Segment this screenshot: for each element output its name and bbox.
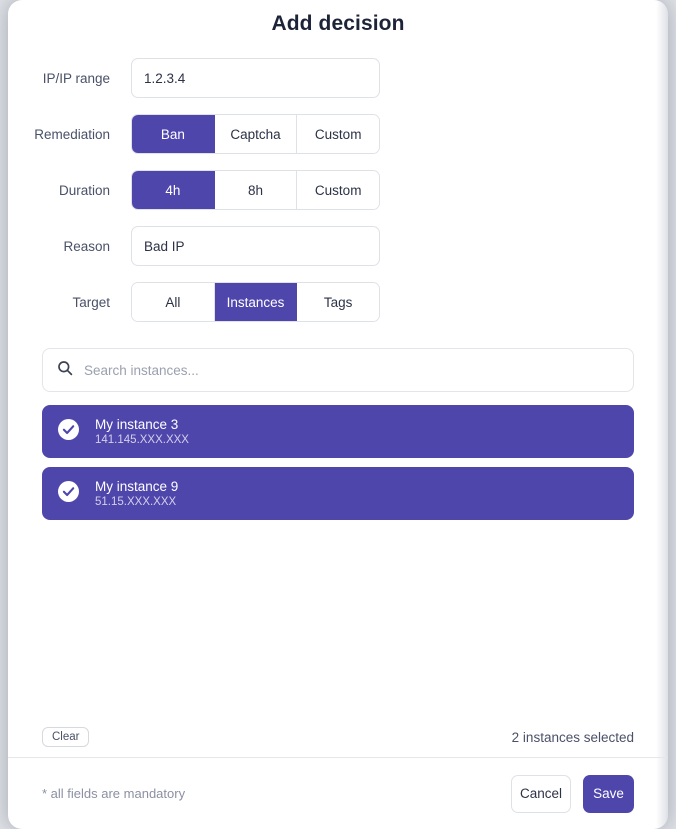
- remediation-option-custom[interactable]: Custom: [297, 115, 379, 153]
- form-row-remediation: Remediation Ban Captcha Custom: [8, 106, 668, 162]
- add-decision-dialog: Add decision IP/IP range 1.2.3.4 Remedia…: [8, 0, 668, 829]
- target-option-instances[interactable]: Instances: [214, 283, 298, 321]
- instance-ip: 141.145.XXX.XXX: [95, 434, 189, 446]
- duration-option-4h[interactable]: 4h: [132, 171, 215, 209]
- instance-name: My instance 9: [95, 479, 179, 494]
- reason-value: Bad IP: [144, 238, 185, 254]
- cancel-button[interactable]: Cancel: [511, 774, 571, 813]
- dialog-footer: * all fields are mandatory Cancel Save: [8, 758, 668, 829]
- target-label: Target: [72, 294, 110, 310]
- form-row-duration: Duration 4h 8h Custom: [8, 162, 668, 218]
- instance-list-item[interactable]: My instance 9 51.15.XXX.XXX: [42, 467, 634, 520]
- search-box[interactable]: [42, 348, 634, 392]
- remediation-segmented-control: Ban Captcha Custom: [131, 114, 380, 154]
- instance-name: My instance 3: [95, 417, 179, 432]
- remediation-option-ban[interactable]: Ban: [132, 115, 215, 153]
- duration-label: Duration: [58, 182, 110, 198]
- ip-label: IP/IP range: [42, 70, 110, 86]
- instance-info: My instance 9 51.15.XXX.XXX: [95, 479, 178, 508]
- reason-field[interactable]: Bad IP: [131, 226, 380, 266]
- target-segmented-control: All Instances Tags: [131, 282, 380, 322]
- instance-ip: 51.15.XXX.XXX: [95, 496, 177, 508]
- mandatory-note: * all fields are mandatory: [42, 786, 186, 801]
- instance-list-item[interactable]: My instance 3 141.145.XXX.XXX: [42, 405, 634, 458]
- form-row-target: Target All Instances Tags: [8, 274, 668, 330]
- ip-value: 1.2.3.4: [144, 70, 186, 86]
- decision-form: IP/IP range 1.2.3.4 Remediation Ban Capt…: [8, 36, 668, 330]
- form-row-ip: IP/IP range 1.2.3.4: [8, 50, 668, 106]
- target-option-all[interactable]: All: [132, 283, 215, 321]
- duration-option-8h[interactable]: 8h: [214, 171, 298, 209]
- ip-field[interactable]: 1.2.3.4: [131, 58, 380, 98]
- check-circle-icon: [58, 418, 79, 445]
- clear-button[interactable]: Clear: [42, 727, 90, 747]
- instance-list: My instance 3 141.145.XXX.XXX My instanc…: [8, 392, 668, 520]
- search-input[interactable]: [84, 362, 619, 378]
- form-row-reason: Reason Bad IP: [8, 218, 668, 274]
- instance-info: My instance 3 141.145.XXX.XXX: [95, 417, 189, 446]
- reason-label: Reason: [63, 238, 110, 254]
- remediation-label: Remediation: [34, 126, 110, 142]
- page-title: Add decision: [271, 12, 405, 35]
- save-button[interactable]: Save: [583, 774, 634, 813]
- remediation-option-captcha[interactable]: Captcha: [214, 115, 298, 153]
- footer-actions: Cancel Save: [511, 774, 634, 813]
- search-section: [8, 330, 668, 392]
- search-icon: [57, 360, 73, 381]
- duration-segmented-control: 4h 8h Custom: [131, 170, 380, 210]
- selection-bar: Clear 2 instances selected: [8, 718, 668, 756]
- selected-count-label: 2 instances selected: [511, 729, 634, 745]
- duration-option-custom[interactable]: Custom: [297, 171, 379, 209]
- check-circle-icon: [58, 480, 79, 507]
- target-option-tags[interactable]: Tags: [297, 283, 379, 321]
